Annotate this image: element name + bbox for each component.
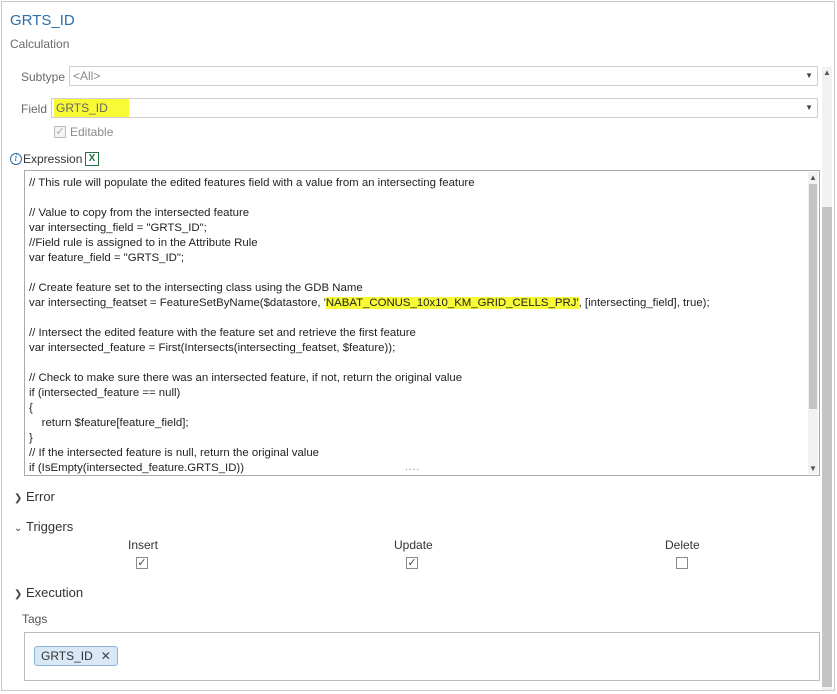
expression-editor[interactable]: // This rule will populate the edited fe…: [24, 170, 820, 476]
code-segment: var intersecting_featset = FeatureSetByN…: [29, 297, 326, 309]
trigger-delete-checkbox[interactable]: [676, 557, 688, 569]
editable-checkbox[interactable]: ✓: [54, 126, 66, 138]
code-line: {: [29, 402, 33, 414]
subtype-select[interactable]: <All> ▼: [69, 66, 818, 86]
code-line: // Check to make sure there was an inter…: [29, 372, 463, 384]
code-line: // Value to copy from the intersected fe…: [29, 207, 250, 219]
tag-chip-label: GRTS_ID: [41, 649, 93, 663]
section-triggers-label: Triggers: [26, 519, 74, 534]
section-error[interactable]: ❯ Error: [14, 489, 55, 504]
page-subtitle: Calculation: [10, 37, 70, 51]
trigger-insert-checkbox[interactable]: ✓: [136, 557, 148, 569]
pane-scrollbar-thumb[interactable]: [822, 207, 832, 687]
excel-icon[interactable]: X: [85, 152, 99, 166]
trigger-update-checkbox[interactable]: ✓: [406, 557, 418, 569]
editor-scrollbar[interactable]: ▲ ▼: [808, 172, 818, 474]
expression-label: Expression: [23, 152, 83, 166]
section-execution[interactable]: ❯ Execution: [14, 585, 83, 600]
expression-code[interactable]: // This rule will populate the edited fe…: [29, 176, 805, 474]
code-line: var feature_field = "GRTS_ID";: [29, 252, 185, 264]
code-line: if (intersected_feature == null): [29, 387, 181, 399]
subtype-value: <All>: [73, 69, 101, 83]
scroll-up-icon[interactable]: ▲: [809, 174, 817, 182]
tags-label: Tags: [22, 612, 48, 626]
close-icon[interactable]: ✕: [101, 649, 111, 663]
code-line: // If the intersected feature is null, r…: [29, 447, 319, 459]
section-triggers[interactable]: ⌄ Triggers: [14, 519, 73, 534]
scroll-down-icon[interactable]: ▼: [809, 465, 817, 473]
code-highlight: NABAT_CONUS_10x10_KM_GRID_CELLS_PRJ': [325, 297, 579, 309]
field-label: Field: [21, 102, 48, 116]
trigger-update-label: Update: [394, 538, 433, 552]
field-value: GRTS_ID: [54, 99, 129, 117]
chevron-down-icon: ▼: [805, 71, 813, 80]
scroll-up-icon[interactable]: ▲: [823, 69, 831, 77]
pane-scrollbar[interactable]: ▲: [822, 67, 832, 690]
info-icon[interactable]: i: [10, 153, 22, 165]
code-line: var intersected_feature = First(Intersec…: [29, 342, 396, 354]
tags-input[interactable]: GRTS_ID ✕: [24, 632, 820, 681]
code-line: // This rule will populate the edited fe…: [29, 177, 475, 189]
page-title: GRTS_ID: [10, 12, 75, 29]
chevron-right-icon: ❯: [14, 493, 23, 504]
subtype-label: Subtype: [21, 70, 66, 84]
code-line: var intersecting_field = "GRTS_ID";: [29, 222, 207, 234]
editor-scrollbar-thumb[interactable]: [809, 184, 817, 409]
attribute-rule-pane: GRTS_ID Calculation ▲ Subtype <All> ▼ Fi…: [1, 1, 835, 691]
chevron-down-icon: ▼: [805, 103, 813, 112]
trigger-delete-label: Delete: [665, 538, 700, 552]
tag-chip: GRTS_ID ✕: [34, 646, 118, 666]
code-segment: , [intersecting_field], true);: [578, 297, 710, 309]
code-line: // Create feature set to the intersectin…: [29, 282, 363, 294]
section-execution-label: Execution: [26, 585, 84, 600]
editable-label: Editable: [70, 125, 114, 139]
chevron-down-icon: ⌄: [14, 523, 23, 534]
resize-grip[interactable]: ....: [405, 463, 420, 473]
chevron-right-icon: ❯: [14, 589, 23, 600]
trigger-insert-label: Insert: [128, 538, 159, 552]
code-line: var intersecting_featset = FeatureSetByN…: [29, 296, 805, 311]
code-line: }: [29, 432, 33, 444]
field-select[interactable]: GRTS_ID ▼: [51, 98, 818, 118]
code-line: return $feature[feature_field];: [29, 417, 189, 429]
code-line: //Field rule is assigned to in the Attri…: [29, 237, 258, 249]
section-error-label: Error: [26, 489, 55, 504]
code-line: // Intersect the edited feature with the…: [29, 327, 416, 339]
